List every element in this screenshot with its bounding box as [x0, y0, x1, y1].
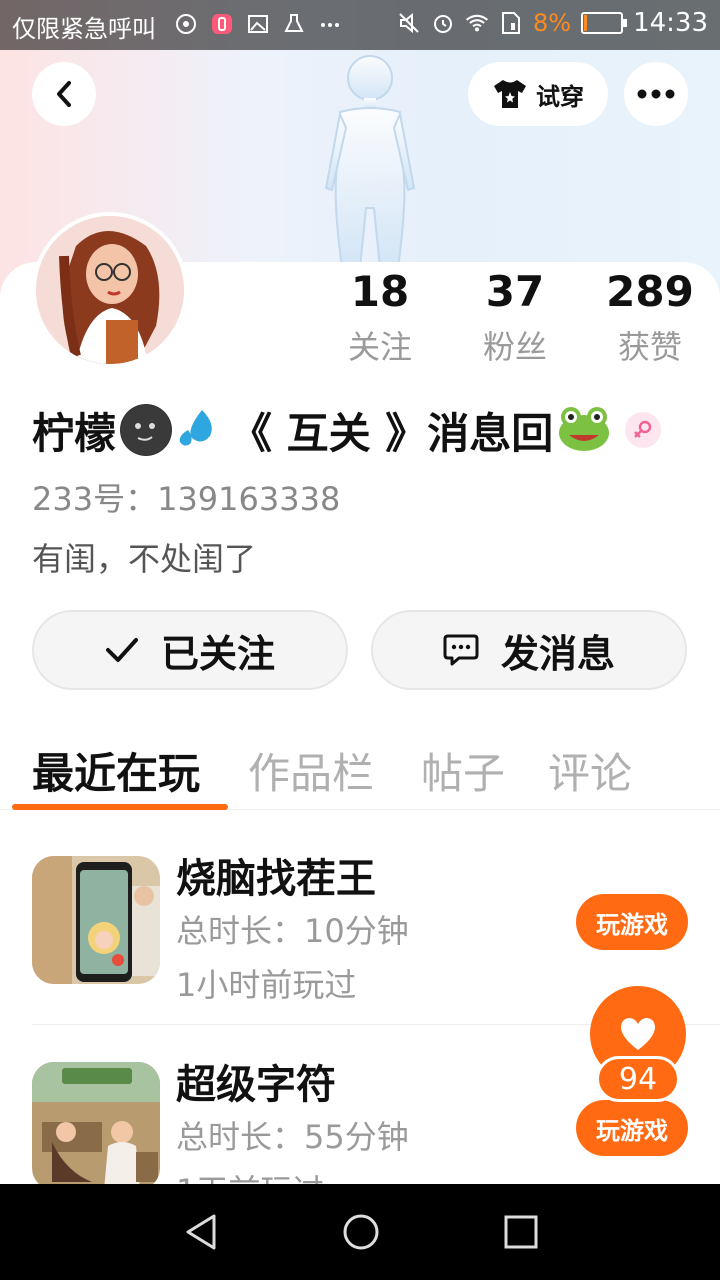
heart-icon [621, 1018, 655, 1050]
chevron-left-icon [57, 81, 71, 107]
stat-label: 获赞 [617, 328, 682, 366]
profile-tabs: 最近在玩 作品栏 帖子 评论 [0, 730, 720, 810]
clean-icon [282, 12, 306, 36]
frog-emoji-icon [557, 403, 611, 457]
stat-value: 289 [606, 267, 694, 316]
status-bar: 仅限紧急呼叫 8% 14:33 [0, 0, 720, 50]
nav-home-icon[interactable] [341, 1212, 381, 1252]
more-dots-icon [637, 89, 675, 99]
active-tab-indicator [12, 804, 228, 810]
image-icon [246, 12, 270, 36]
stat-likes[interactable]: 289 获赞 [600, 266, 700, 368]
notification-icons [174, 12, 342, 36]
stat-label: 粉丝 [482, 328, 547, 366]
send-message-label: 发消息 [500, 631, 615, 676]
avatar-3d-figure [324, 55, 416, 268]
try-on-button[interactable]: 试穿 [468, 62, 608, 126]
send-message-button[interactable]: 发消息 [371, 610, 687, 690]
play-game-button[interactable]: 玩游戏 [576, 1100, 688, 1156]
try-on-label: 试穿 [536, 82, 584, 111]
name-part-1: 柠檬 [32, 408, 117, 458]
user-name: 柠檬 《 互关 》消息回 [32, 398, 662, 462]
stat-label: 关注 [347, 328, 412, 366]
nav-back-icon[interactable] [182, 1212, 222, 1252]
more-notifications-icon [318, 12, 342, 36]
female-gender-icon [625, 412, 662, 448]
nfc-icon [174, 12, 198, 36]
battery-percent: 8% [532, 9, 572, 37]
mute-icon [397, 11, 421, 35]
battery-icon [581, 12, 628, 34]
nav-recents-icon[interactable] [501, 1212, 541, 1252]
game-last-played: 1小时前玩过 [176, 966, 357, 1004]
game-title: 超级字符 [176, 1062, 336, 1108]
stat-following[interactable]: 18 关注 [330, 266, 430, 368]
tab-posts[interactable]: 帖子 [421, 740, 505, 801]
sweat-droplets-emoji-icon [176, 406, 226, 454]
tab-comments[interactable]: 评论 [548, 740, 632, 801]
app-badge-icon [210, 12, 234, 36]
chat-bubble-icon [443, 634, 479, 666]
play-game-button[interactable]: 玩游戏 [576, 894, 688, 950]
avatar-illustration [36, 216, 184, 364]
back-button[interactable] [32, 62, 96, 126]
carrier-text: 仅限紧急呼叫 [12, 15, 156, 43]
more-options-button[interactable] [624, 62, 688, 126]
game-duration: 总时长：55分钟 [176, 1118, 409, 1156]
name-part-2: 《 互关 》消息回 [230, 408, 554, 458]
stat-value: 37 [485, 267, 545, 316]
user-id: 233号：139163338 [32, 480, 341, 518]
like-count: 94 [596, 1056, 680, 1102]
system-status: 8% 14:33 [397, 8, 708, 38]
game-title: 烧脑找茬王 [176, 856, 376, 902]
followed-button[interactable]: 已关注 [32, 610, 348, 690]
new-moon-face-emoji-icon [120, 404, 173, 456]
game-duration: 总时长：10分钟 [176, 912, 409, 950]
system-nav-bar [0, 1184, 720, 1280]
profile-stats: 18 关注 37 粉丝 289 获赞 [330, 266, 700, 368]
tab-works[interactable]: 作品栏 [248, 740, 374, 801]
stat-followers[interactable]: 37 粉丝 [465, 266, 565, 368]
tshirt-icon [494, 80, 526, 108]
game-icon [32, 1062, 160, 1190]
avatar[interactable] [32, 212, 188, 368]
sim-icon [499, 11, 523, 35]
followed-label: 已关注 [160, 631, 275, 676]
user-bio: 有闺，不处闺了 [32, 540, 257, 578]
alarm-icon [431, 11, 455, 35]
stat-value: 18 [350, 267, 410, 316]
check-icon [105, 638, 138, 662]
tab-recently-played[interactable]: 最近在玩 [32, 740, 200, 801]
game-icon [32, 856, 160, 984]
clock: 14:33 [633, 8, 708, 38]
wifi-icon [465, 11, 489, 35]
